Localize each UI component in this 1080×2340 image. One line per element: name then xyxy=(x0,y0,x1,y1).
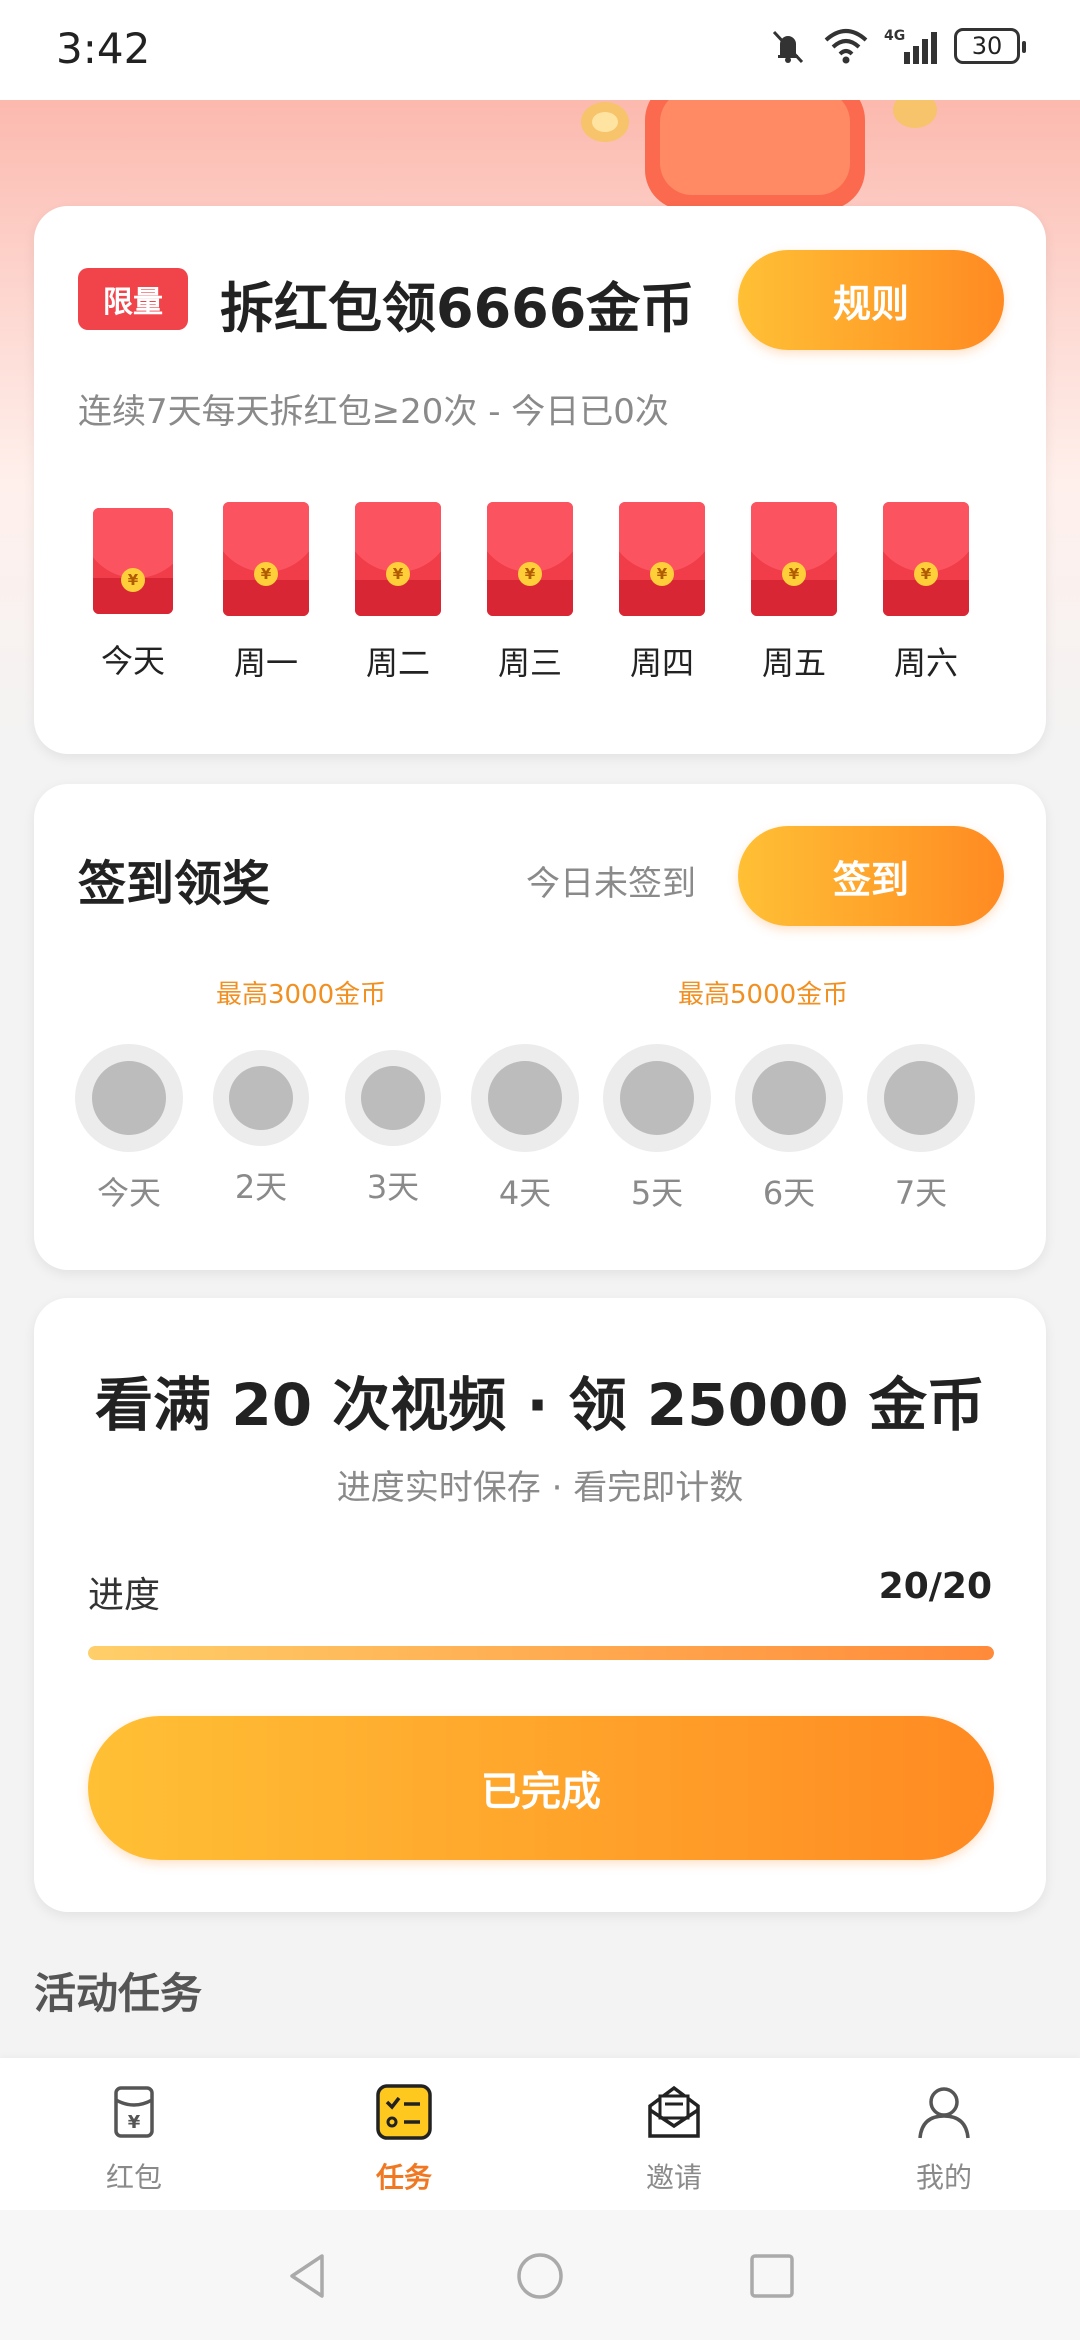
nav-label: 任务 xyxy=(375,2161,432,2194)
nav-label: 我的 xyxy=(915,2161,972,2194)
mute-bell-icon xyxy=(772,30,804,64)
packet-day-label: 周六 xyxy=(893,644,958,682)
checkin-day: 5天 xyxy=(587,1044,727,1214)
checkin-day: 2天 xyxy=(191,1044,331,1208)
video-task-subtitle: 进度实时保存 · 看完即计数 xyxy=(336,1468,744,1508)
nav-item-invite[interactable]: 邀请 xyxy=(584,2080,764,2196)
checkin-card: 签到领奖 今日未签到 签到 最高3000金币 最高5000金币 今天 2天 3天… xyxy=(34,784,1046,1270)
section-title: 活动任务 xyxy=(34,1969,203,2018)
packet-day-label: 今天 xyxy=(100,642,165,680)
checkin-day-label: 7天 xyxy=(894,1174,948,1212)
checkin-day-label: 4天 xyxy=(498,1174,552,1212)
checkin-circle-icon xyxy=(471,1044,579,1152)
packet-day-label: 周一 xyxy=(233,644,298,682)
nav-item-profile[interactable]: 我的 xyxy=(854,2080,1034,2196)
packet-day-label: 周二 xyxy=(365,644,430,682)
checkin-day: 今天 xyxy=(59,1044,199,1214)
red-packet-icon: ¥ xyxy=(883,502,969,616)
nav-label: 红包 xyxy=(105,2161,162,2194)
packet-day[interactable]: ¥ 周五 xyxy=(734,502,854,684)
red-packet-card: 限量 拆红包领6666金币 规则 连续7天每天拆红包≥20次 - 今日已0次 ¥… xyxy=(34,206,1046,754)
red-packet-icon: ¥ xyxy=(355,502,441,616)
packet-day[interactable]: ¥ 周三 xyxy=(470,502,590,684)
packet-day[interactable]: ¥ 周四 xyxy=(602,502,722,684)
red-packet-icon: ¥ xyxy=(619,502,705,616)
rules-button[interactable]: 规则 xyxy=(738,250,1004,350)
status-time: 3:42 xyxy=(56,24,151,73)
recents-square-icon[interactable] xyxy=(746,2250,798,2302)
checkin-day-label: 3天 xyxy=(366,1168,420,1206)
progress-label: 进度 xyxy=(88,1575,161,1616)
checkin-day: 7天 xyxy=(851,1044,991,1214)
checkin-status: 今日未签到 xyxy=(526,864,696,904)
back-triangle-icon[interactable] xyxy=(282,2250,334,2302)
task-list-icon xyxy=(376,2084,432,2140)
progress-fill xyxy=(88,1646,994,1660)
status-icons: 4G 30 xyxy=(768,26,1026,66)
network-type-label: 4G xyxy=(884,28,905,44)
progress-bar xyxy=(88,1646,994,1660)
home-circle-icon[interactable] xyxy=(514,2250,566,2302)
profile-icon xyxy=(918,2087,970,2139)
nav-item-red-packet[interactable]: ¥ 红包 xyxy=(44,2080,224,2196)
limited-tag: 限量 xyxy=(78,268,188,330)
max-reward-label: 最高5000金币 xyxy=(678,980,849,1010)
video-task-card: 看满 20 次视频 · 领 25000 金币 进度实时保存 · 看完即计数 进度… xyxy=(34,1298,1046,1912)
cellular-signal-icon: 4G xyxy=(884,28,937,64)
checkin-circle-icon xyxy=(867,1044,975,1152)
checkin-circle-icon xyxy=(213,1050,309,1146)
status-bar: 3:42 4G 30 xyxy=(0,0,1080,100)
max-reward-label: 最高3000金币 xyxy=(216,980,387,1010)
progress-value: 20/20 xyxy=(878,1566,992,1607)
checkin-day: 6天 xyxy=(719,1044,859,1214)
invite-envelope-icon xyxy=(648,2085,700,2138)
packet-day[interactable]: ¥ 周二 xyxy=(338,502,458,684)
checkin-title: 签到领奖 xyxy=(78,856,271,912)
packet-day[interactable]: ¥ 今天 xyxy=(73,502,193,682)
checkin-day: 4天 xyxy=(455,1044,595,1214)
system-nav-bar xyxy=(0,2210,1080,2340)
wifi-icon xyxy=(824,29,868,64)
red-packet-week: ¥ 今天 ¥ 周一 ¥ 周二 ¥ 周三 ¥ 周四 ¥ 周五 ¥ 周六 xyxy=(34,502,1046,722)
checkin-day: 3天 xyxy=(323,1044,463,1208)
battery-level: 30 xyxy=(971,32,1003,60)
red-packet-icon: ¥ xyxy=(751,502,837,616)
completed-button[interactable]: 已完成 xyxy=(88,1716,994,1860)
red-packet-icon: ¥ xyxy=(114,2086,154,2138)
nav-label: 邀请 xyxy=(645,2161,702,2194)
red-packet-title: 拆红包领6666金币 xyxy=(220,277,695,340)
packet-day[interactable]: ¥ 周六 xyxy=(866,502,986,684)
checkin-day-label: 今天 xyxy=(96,1174,161,1212)
checkin-button[interactable]: 签到 xyxy=(738,826,1004,926)
checkin-day-label: 5天 xyxy=(630,1174,684,1212)
checkin-circle-icon xyxy=(345,1050,441,1146)
red-packet-subtitle: 连续7天每天拆红包≥20次 - 今日已0次 xyxy=(78,392,669,432)
red-packet-illustration xyxy=(581,100,937,210)
packet-day-label: 周五 xyxy=(761,644,826,682)
video-task-title: 看满 20 次视频 · 领 25000 金币 xyxy=(95,1371,985,1439)
checkin-circle-icon xyxy=(603,1044,711,1152)
packet-day[interactable]: ¥ 周一 xyxy=(206,502,326,684)
checkin-days: 今天 2天 3天 4天 5天 6天 7天 xyxy=(34,1044,1046,1244)
red-packet-icon: ¥ xyxy=(487,502,573,616)
checkin-circle-icon xyxy=(735,1044,843,1152)
packet-day-label: 周四 xyxy=(629,644,694,682)
svg-text:¥: ¥ xyxy=(128,2112,141,2133)
checkin-day-label: 6天 xyxy=(762,1174,816,1212)
red-packet-icon: ¥ xyxy=(223,502,309,616)
battery-icon: 30 xyxy=(954,28,1026,64)
checkin-circle-icon xyxy=(75,1044,183,1152)
checkin-day-label: 2天 xyxy=(234,1168,288,1206)
nav-item-tasks[interactable]: 任务 xyxy=(314,2080,494,2196)
red-packet-icon: ¥ xyxy=(93,508,173,614)
bottom-nav: ¥ 红包 任务 邀请 我的 xyxy=(0,2058,1080,2210)
packet-day-label: 周三 xyxy=(497,644,562,682)
